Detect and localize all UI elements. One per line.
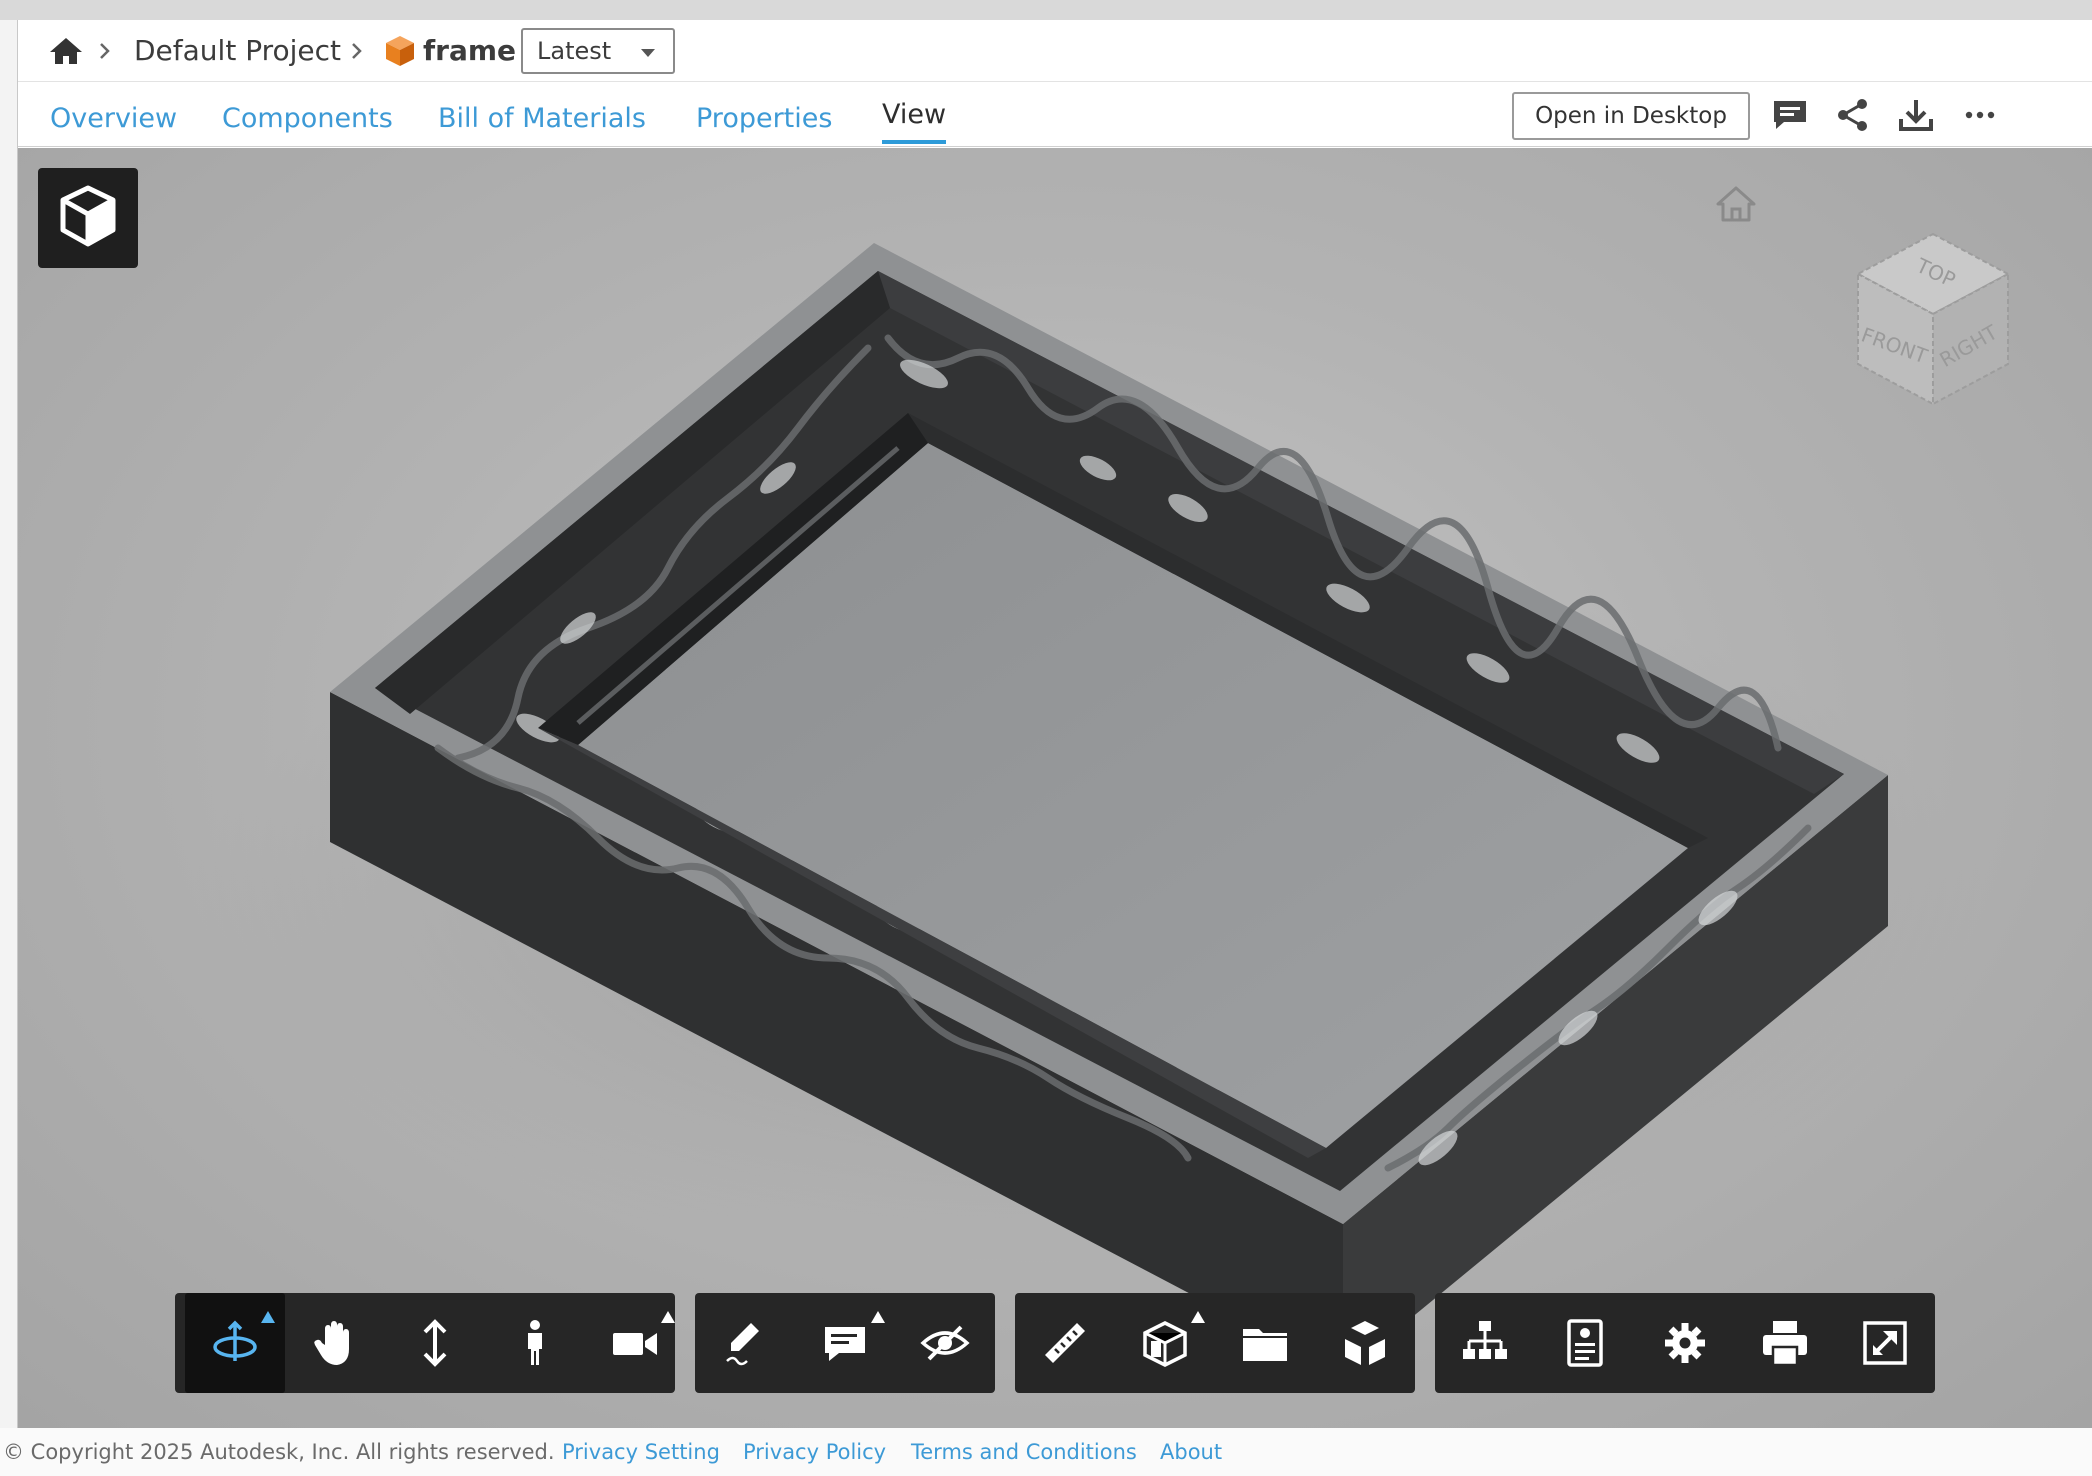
annotation-tools (695, 1293, 995, 1393)
submenu-indicator (871, 1311, 885, 1323)
submenu-indicator (1191, 1311, 1205, 1323)
tab-bar: Overview Components Bill of Materials Pr… (18, 83, 2092, 147)
tab-view[interactable]: View (882, 99, 947, 144)
measure-icon (1045, 1323, 1085, 1363)
model-viewer[interactable]: TOP FRONT RIGHT (18, 148, 2092, 1428)
properties-button[interactable] (1535, 1293, 1635, 1393)
explode-icon (1345, 1321, 1385, 1365)
version-label: Latest (537, 37, 612, 65)
camera-button[interactable] (585, 1293, 685, 1393)
footer: © Copyright 2025 Autodesk, Inc. All righ… (0, 1428, 2092, 1476)
print-button[interactable] (1735, 1293, 1835, 1393)
copyright-text: © Copyright 2025 Autodesk, Inc. All righ… (3, 1440, 555, 1464)
about-link[interactable]: About (1160, 1440, 1222, 1464)
markup-button[interactable] (695, 1293, 795, 1393)
breadcrumb: Default Project frame Latest (18, 20, 2092, 82)
comment-icon[interactable] (1770, 97, 1810, 133)
frame-model[interactable] (18, 148, 2092, 1428)
submenu-indicator (661, 1311, 675, 1323)
component-box-icon (386, 36, 414, 66)
zoom-button[interactable] (385, 1293, 485, 1393)
breadcrumb-project[interactable]: Default Project (134, 34, 341, 67)
chevron-right-icon (100, 43, 110, 59)
window-top-strip (0, 0, 2092, 20)
view-cube[interactable]: TOP FRONT RIGHT (1848, 224, 2018, 414)
pan-button[interactable] (285, 1293, 385, 1393)
chevron-right-icon (352, 43, 362, 59)
model-tools (1015, 1293, 1415, 1393)
walk-button[interactable] (485, 1293, 585, 1393)
hide-button[interactable] (895, 1293, 995, 1393)
markup-icon (726, 1323, 759, 1366)
folder-button[interactable] (1215, 1293, 1315, 1393)
folder-icon (1243, 1329, 1287, 1361)
model-browser-icon (1463, 1321, 1507, 1359)
orbit-button[interactable] (185, 1293, 285, 1393)
model-browser-tool-button[interactable] (1435, 1293, 1535, 1393)
tab-properties[interactable]: Properties (696, 103, 832, 134)
hide-icon (920, 1325, 970, 1361)
submenu-indicator (261, 1311, 275, 1323)
breadcrumb-file: frame (423, 34, 517, 67)
pan-icon (314, 1321, 349, 1365)
section-icon (1143, 1321, 1187, 1367)
tab-overview[interactable]: Overview (50, 103, 177, 134)
walk-icon (528, 1320, 542, 1365)
view-home-icon[interactable] (1712, 182, 1760, 226)
section-button[interactable] (1115, 1293, 1215, 1393)
tab-components[interactable]: Components (222, 103, 393, 134)
terms-and-conditions-link[interactable]: Terms and Conditions (911, 1440, 1137, 1464)
zoom-icon (423, 1319, 447, 1367)
open-in-desktop-button[interactable]: Open in Desktop (1512, 92, 1750, 140)
privacy-policy-link[interactable]: Privacy Policy (743, 1440, 886, 1464)
explode-button[interactable] (1315, 1293, 1415, 1393)
more-icon[interactable] (1960, 97, 2000, 133)
download-icon[interactable] (1896, 97, 1936, 133)
version-dropdown[interactable]: Latest (521, 28, 675, 74)
navigation-tools (175, 1293, 675, 1393)
caret-down-icon (641, 49, 655, 57)
home-icon[interactable] (48, 36, 84, 66)
camera-icon (613, 1333, 657, 1355)
model-browser-button[interactable] (38, 168, 138, 268)
measure-button[interactable] (1015, 1293, 1115, 1393)
fullscreen-button[interactable] (1835, 1293, 1935, 1393)
comment-icon (825, 1327, 865, 1361)
print-icon (1763, 1321, 1807, 1367)
cube-icon (60, 185, 116, 247)
orbit-icon (213, 1320, 257, 1361)
comment-button[interactable] (795, 1293, 895, 1393)
panel-tools (1435, 1293, 1935, 1393)
tab-bill-of-materials[interactable]: Bill of Materials (438, 103, 646, 134)
privacy-setting-link[interactable]: Privacy Setting (562, 1440, 720, 1464)
settings-icon (1665, 1323, 1705, 1363)
app-root: Default Project frame Latest Overview Co… (0, 0, 2092, 1476)
fullscreen-icon (1863, 1321, 1907, 1365)
settings-button[interactable] (1635, 1293, 1735, 1393)
share-icon[interactable] (1833, 97, 1873, 133)
left-resize-edge[interactable] (0, 20, 18, 1428)
properties-icon (1567, 1319, 1603, 1367)
